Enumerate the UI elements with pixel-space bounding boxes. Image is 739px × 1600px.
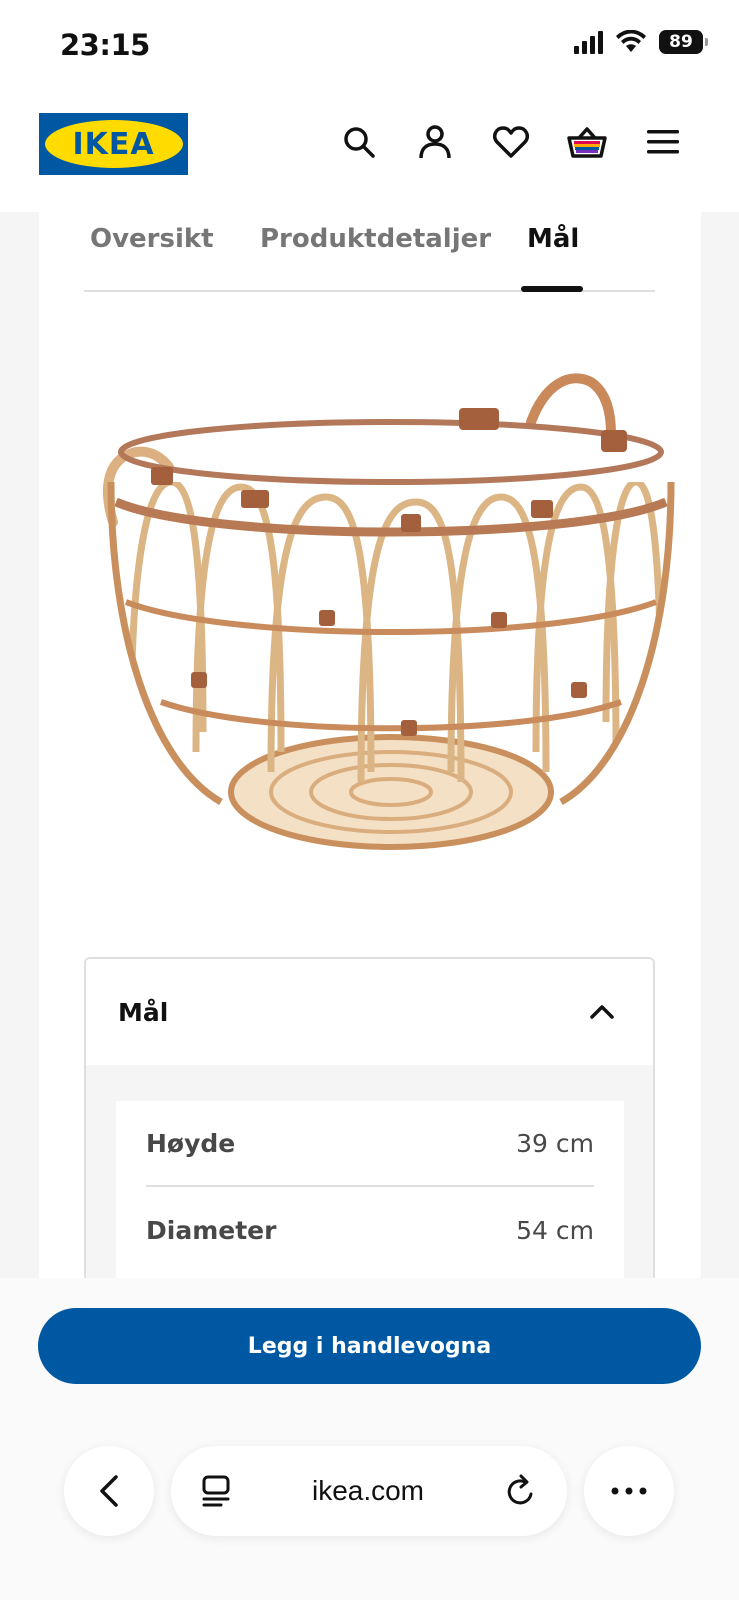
bottom-bar: Legg i handlevogna ikea.com — [0, 1278, 739, 1600]
wifi-icon — [616, 30, 646, 52]
tab-mal[interactable]: Mål — [527, 224, 579, 254]
status-indicators: 89 — [574, 30, 708, 54]
menu-icon[interactable] — [643, 122, 683, 162]
logo-oval: IKEA — [44, 120, 183, 168]
dimensions-accordion: Mål Høyde 39 cm Diameter 54 cm — [84, 957, 655, 1280]
tab-produktdetaljer[interactable]: Produktdetaljer — [260, 224, 491, 254]
site-header: IKEA — [0, 96, 739, 212]
reload-icon[interactable] — [505, 1474, 537, 1508]
dimension-row-diameter: Diameter 54 cm — [146, 1187, 594, 1273]
url-text[interactable]: ikea.com — [312, 1475, 424, 1507]
dimensions-title: Mål — [118, 997, 169, 1027]
dimensions-table: Høyde 39 cm Diameter 54 cm — [116, 1101, 624, 1280]
basket-icon[interactable] — [567, 122, 607, 162]
tab-oversikt[interactable]: Oversikt — [90, 224, 214, 254]
chevron-left-icon — [100, 1475, 118, 1507]
account-icon[interactable] — [415, 122, 455, 162]
search-icon[interactable] — [339, 122, 379, 162]
battery-level: 89 — [669, 32, 693, 52]
ikea-logo[interactable]: IKEA — [39, 113, 188, 175]
more-dots-icon — [611, 1487, 647, 1495]
dimensions-accordion-header[interactable]: Mål — [86, 959, 653, 1065]
more-options-button[interactable] — [584, 1446, 674, 1536]
cellular-signal-icon — [574, 30, 603, 54]
product-content: Oversikt Produktdetaljer Mål Mål Høyde 3… — [39, 212, 701, 1280]
product-tabs: Oversikt Produktdetaljer Mål — [84, 212, 655, 292]
tabs-icon[interactable] — [201, 1475, 231, 1507]
status-bar: 23:15 89 — [0, 0, 739, 96]
dimension-value: 39 cm — [516, 1128, 594, 1158]
dimension-label: Høyde — [146, 1128, 236, 1158]
logo-text: IKEA — [72, 126, 155, 162]
dimension-row-hoyde: Høyde 39 cm — [146, 1101, 594, 1187]
add-to-cart-button[interactable]: Legg i handlevogna — [38, 1308, 701, 1384]
active-tab-indicator — [521, 286, 583, 292]
chevron-up-icon[interactable] — [589, 1004, 615, 1020]
back-button[interactable] — [64, 1446, 154, 1536]
dimension-value: 54 cm — [516, 1215, 594, 1245]
battery-icon: 89 — [659, 30, 708, 54]
dimension-label: Diameter — [146, 1215, 277, 1245]
heart-icon[interactable] — [491, 122, 531, 162]
address-bar[interactable]: ikea.com — [171, 1446, 567, 1536]
status-time: 23:15 — [60, 28, 150, 62]
product-image[interactable] — [91, 372, 691, 872]
